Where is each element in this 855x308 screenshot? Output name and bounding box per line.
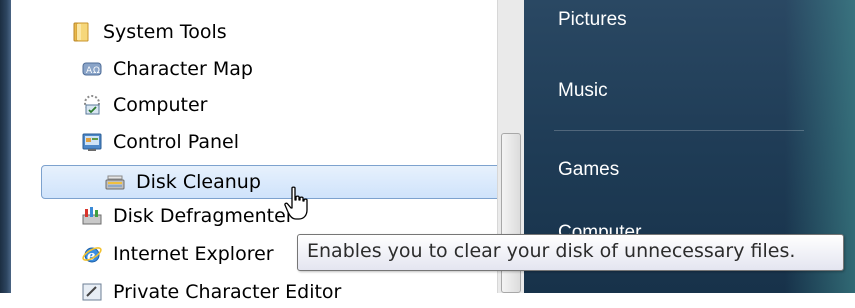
- menu-item-label: Control Panel: [113, 131, 239, 153]
- computer-icon: [81, 94, 103, 116]
- window-left-edge: [0, 0, 11, 293]
- menu-item-private-character-editor[interactable]: Private Character Editor: [81, 276, 341, 308]
- menu-item-disk-cleanup[interactable]: Disk Cleanup: [41, 165, 503, 199]
- menu-item-label: Character Map: [113, 58, 253, 80]
- menu-item-computer[interactable]: Computer: [81, 89, 207, 121]
- control-panel-icon: [81, 131, 103, 153]
- disk-cleanup-icon: [104, 171, 126, 193]
- menu-item-label: Internet Explorer: [113, 243, 274, 265]
- menu-item-label: Disk Defragmenter: [113, 205, 294, 227]
- right-item-music[interactable]: Music: [558, 80, 608, 102]
- svg-text:A: A: [86, 66, 93, 76]
- folder-system-tools[interactable]: System Tools: [71, 16, 227, 48]
- menu-item-label: Disk Cleanup: [136, 171, 261, 193]
- folder-label: System Tools: [103, 21, 227, 43]
- menu-item-label: Private Character Editor: [113, 281, 342, 303]
- disk-defragmenter-icon: [81, 205, 103, 227]
- menu-item-label: Computer: [113, 94, 208, 116]
- right-item-pictures[interactable]: Pictures: [558, 9, 627, 31]
- folder-icon: [71, 21, 93, 43]
- tooltip: Enables you to clear your disk of unnece…: [297, 234, 844, 271]
- svg-text:Ω: Ω: [93, 66, 100, 76]
- private-character-editor-icon: [81, 281, 103, 303]
- menu-item-internet-explorer[interactable]: e Internet Explorer: [81, 238, 274, 270]
- hand-cursor-icon: [284, 186, 308, 220]
- menu-item-disk-defragmenter[interactable]: Disk Defragmenter: [81, 200, 294, 232]
- menu-item-character-map[interactable]: A Ω Character Map: [81, 53, 253, 85]
- menu-item-control-panel[interactable]: Control Panel: [81, 126, 239, 158]
- character-map-icon: A Ω: [81, 58, 103, 80]
- internet-explorer-icon: e: [81, 243, 103, 265]
- right-item-games[interactable]: Games: [558, 159, 619, 181]
- right-pane-divider: [554, 130, 804, 131]
